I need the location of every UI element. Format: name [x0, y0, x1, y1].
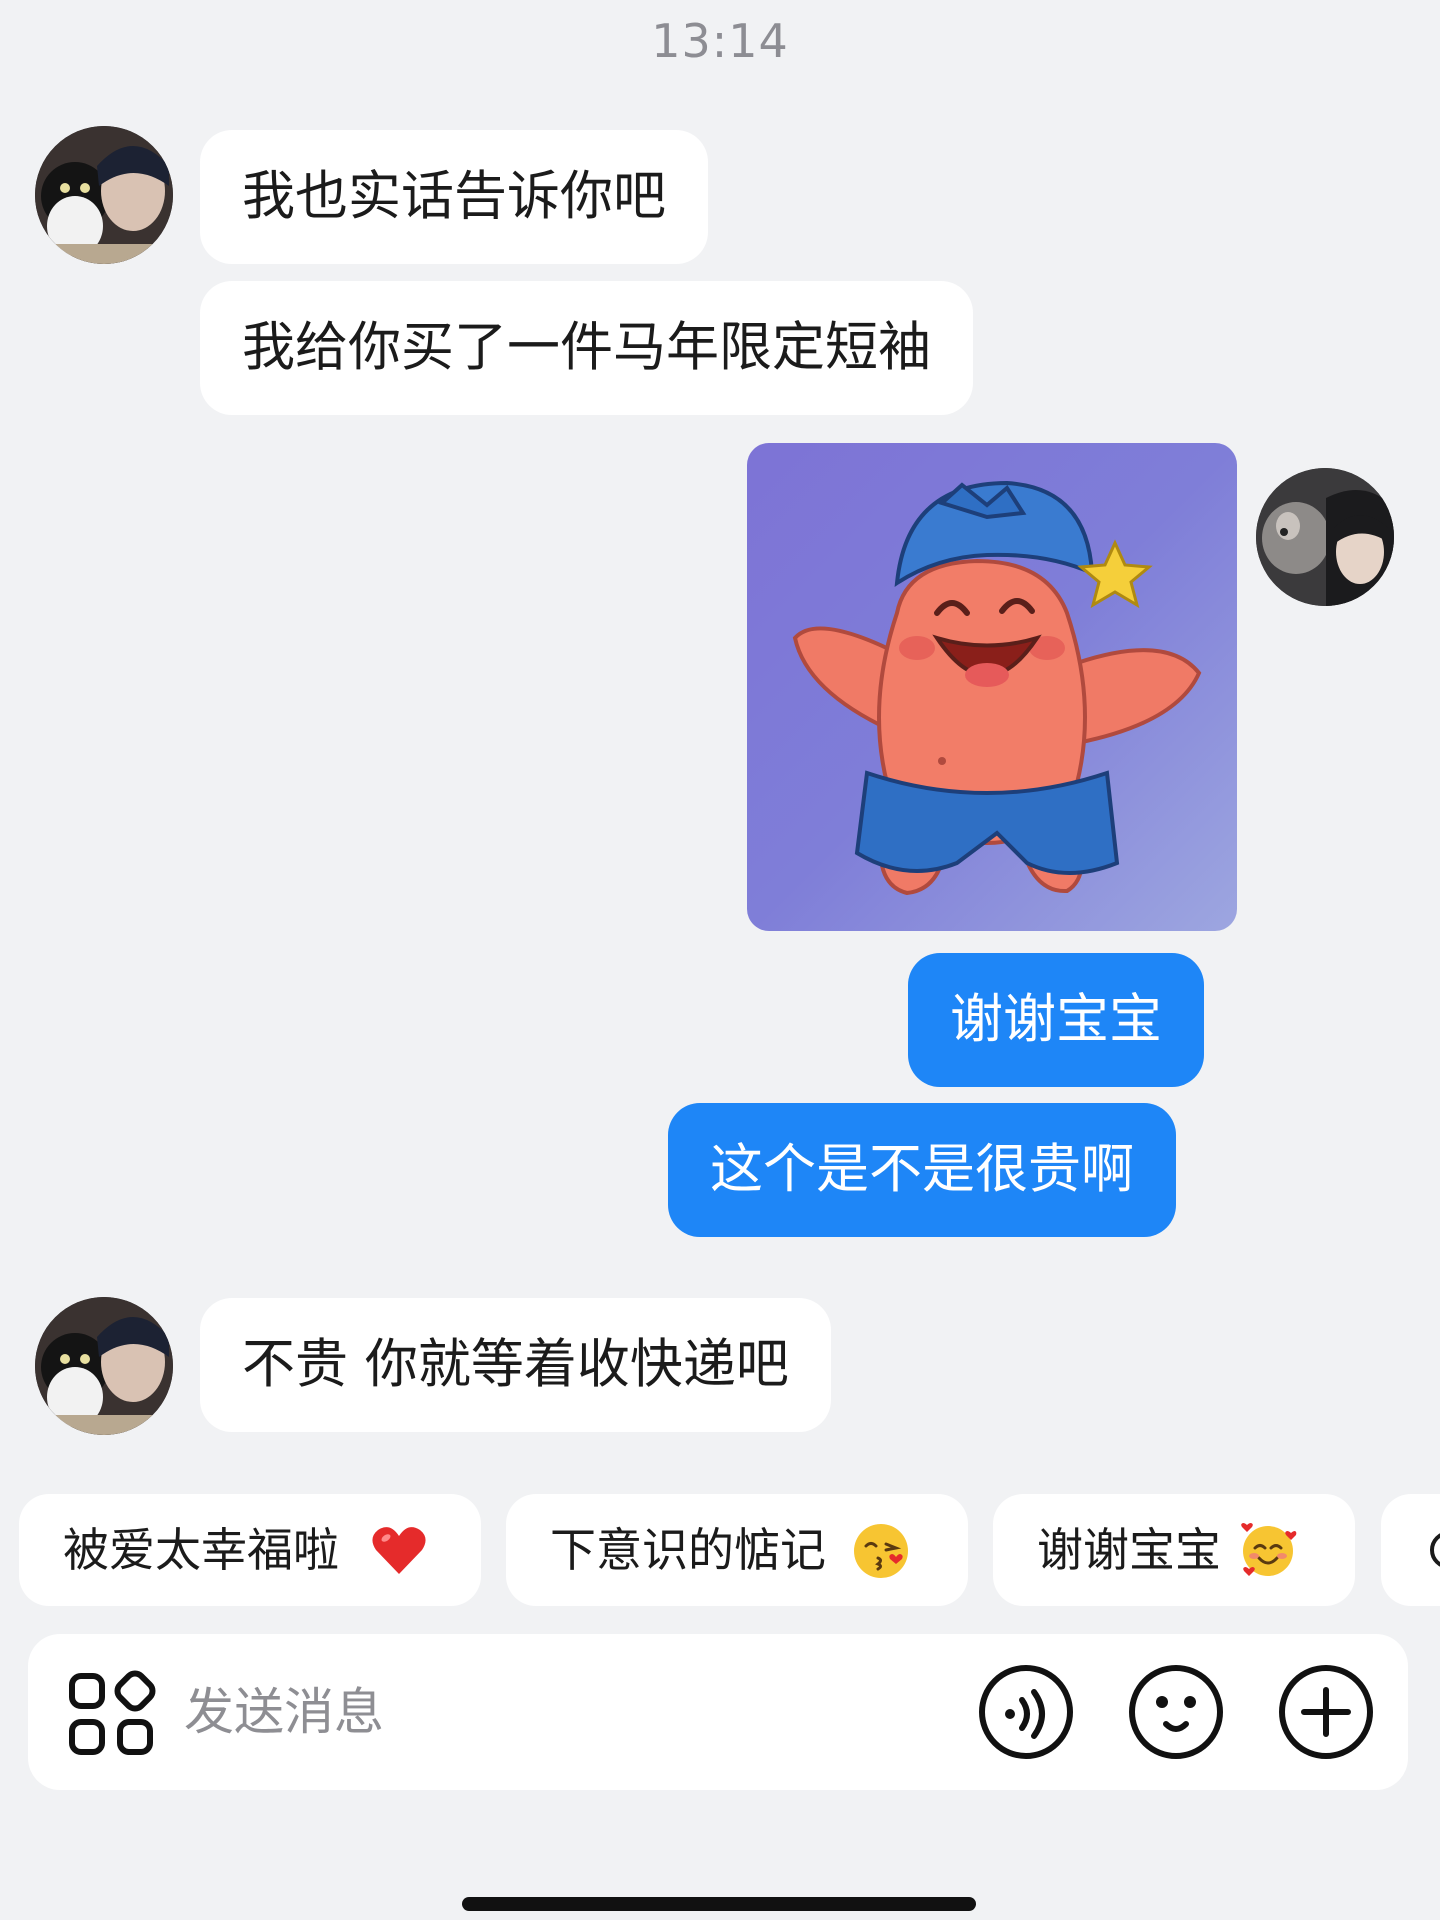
my-avatar[interactable] — [1256, 468, 1394, 606]
kissing-face-icon — [854, 1524, 908, 1578]
quick-reply-label: 谢谢宝宝 — [1037, 1523, 1221, 1577]
message-bubble[interactable]: 我给你买了一件马年限定短袖 — [200, 281, 973, 415]
contact-avatar[interactable] — [35, 1297, 173, 1435]
sticker-image[interactable] — [747, 443, 1237, 931]
contact-avatar[interactable] — [35, 126, 173, 264]
add-icon[interactable] — [1276, 1662, 1376, 1762]
emoji-icon[interactable] — [1126, 1662, 1226, 1762]
message-bubble[interactable]: 不贵 你就等着收快递吧 — [200, 1298, 831, 1432]
quick-reply-chip[interactable]: 谢谢宝宝 — [993, 1494, 1355, 1606]
partial-chip-icon — [1430, 1533, 1440, 1567]
quick-reply-chip[interactable]: 下意识的惦记 — [506, 1494, 968, 1606]
smiling-face-with-hearts-icon — [1241, 1523, 1297, 1576]
chat-timestamp: 13:14 — [651, 14, 789, 68]
home-indicator — [462, 1897, 976, 1911]
message-input[interactable]: 发送消息 — [184, 1634, 384, 1790]
message-bubble[interactable]: 谢谢宝宝 — [908, 953, 1204, 1087]
voice-icon[interactable] — [976, 1662, 1076, 1762]
red-heart-icon — [372, 1527, 426, 1574]
message-bubble[interactable]: 这个是不是很贵啊 — [668, 1103, 1176, 1237]
message-composer: 发送消息 — [28, 1634, 1408, 1790]
quick-reply-label: 被爱太幸福啦 — [63, 1523, 339, 1577]
quick-reply-chip[interactable]: 被爱太幸福啦 — [19, 1494, 481, 1606]
quick-reply-label: 下意识的惦记 — [550, 1523, 826, 1577]
quick-reply-chip-partial[interactable] — [1381, 1494, 1440, 1606]
apps-icon[interactable] — [62, 1662, 162, 1762]
message-bubble[interactable]: 我也实话告诉你吧 — [200, 130, 708, 264]
